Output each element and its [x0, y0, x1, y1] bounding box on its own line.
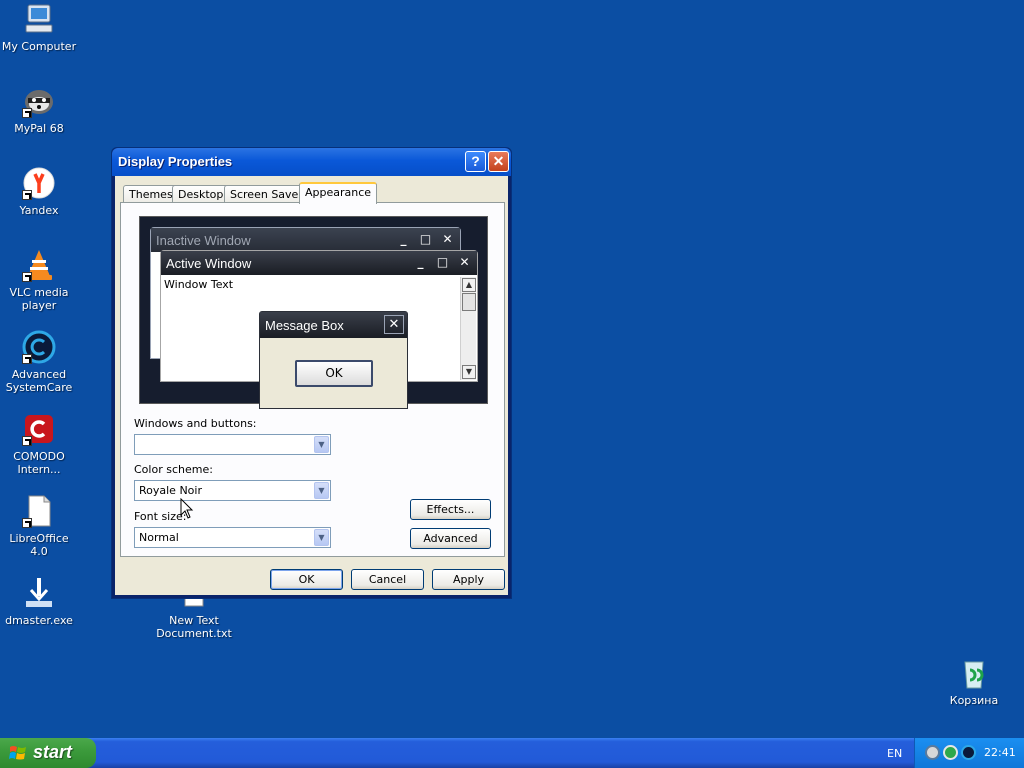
tab-desktop[interactable]: Desktop	[172, 185, 230, 203]
desktop-icon-label: dmaster.exe	[5, 614, 73, 627]
effects-button[interactable]: Effects...	[410, 499, 491, 520]
shortcut-arrow-icon	[22, 272, 32, 282]
taskbar: start EN 22:41	[0, 738, 1024, 768]
desktop-icon-yandex[interactable]: Yandex	[0, 166, 78, 217]
desktop-icon-label: Advanced SystemCare	[5, 368, 73, 394]
libreoffice-icon	[22, 494, 56, 528]
close-icon: ✕	[459, 255, 470, 269]
windows-logo-icon	[9, 746, 26, 760]
tab-appearance[interactable]: Appearance	[299, 182, 378, 204]
font-size-value: Normal	[139, 531, 179, 544]
font-size-select[interactable]: Normal ▼	[134, 527, 331, 548]
desktop-icon-label: VLC media player	[9, 286, 69, 312]
shortcut-arrow-icon	[22, 518, 32, 528]
download-icon	[22, 576, 56, 610]
desktop-icon-comodo[interactable]: COMODO Intern...	[0, 412, 78, 476]
start-label: start	[33, 742, 73, 762]
maximize-icon: □	[419, 232, 432, 246]
system-tray: 22:41	[914, 738, 1024, 768]
appearance-tab-panel: Inactive Window _ □ ✕ Active Window _ □ …	[120, 202, 505, 557]
start-button[interactable]: start	[0, 738, 96, 768]
desktop-icon-label: MyPal 68	[14, 122, 64, 135]
shortcut-arrow-icon	[22, 190, 32, 200]
preview-active-window: Active Window _ □ ✕ Window Text ▲ ▼ Mess…	[160, 250, 478, 409]
comodo-icon	[22, 412, 56, 446]
desktop-icon-label: LibreOffice 4.0	[9, 532, 69, 558]
advanced-button[interactable]: Advanced	[410, 528, 491, 549]
font-size-label: Font size:	[134, 510, 187, 523]
preview-scrollbar: ▲ ▼	[460, 277, 476, 380]
close-icon: ✕	[384, 315, 404, 334]
desktop-icon-recycle-bin[interactable]: Корзина	[935, 656, 1013, 707]
appearance-preview: Inactive Window _ □ ✕ Active Window _ □ …	[139, 216, 488, 409]
help-button[interactable]: ?	[465, 151, 486, 172]
chevron-down-icon[interactable]: ▼	[314, 529, 329, 546]
ok-button[interactable]: OK	[270, 569, 343, 590]
color-scheme-select[interactable]: Royale Noir ▼	[134, 480, 331, 501]
mouse-cursor-icon	[180, 498, 194, 519]
minimize-icon: _	[417, 255, 424, 269]
tab-themes[interactable]: Themes	[123, 185, 179, 203]
apply-button[interactable]: Apply	[432, 569, 505, 590]
recycle-bin-icon	[957, 656, 991, 690]
scroll-thumb	[462, 293, 476, 311]
vlc-icon	[22, 248, 56, 282]
chevron-down-icon[interactable]: ▼	[314, 482, 329, 499]
shortcut-arrow-icon	[22, 108, 32, 118]
desktop-icon-dmaster[interactable]: dmaster.exe	[0, 576, 78, 627]
chevron-down-icon[interactable]: ▼	[314, 436, 329, 453]
windows-and-buttons-select[interactable]: ▼	[134, 434, 331, 455]
language-indicator[interactable]: EN	[887, 747, 902, 760]
maximize-icon: □	[436, 255, 449, 269]
desktop-icon-my-computer[interactable]: My Computer	[0, 2, 78, 53]
preview-ok-button: OK	[295, 360, 373, 387]
close-button[interactable]: ✕	[488, 151, 509, 172]
display-properties-window[interactable]: Display Properties ? ✕ Themes Desktop Sc…	[111, 147, 512, 599]
desktop-icon-vlc[interactable]: VLC media player	[0, 248, 78, 312]
shortcut-arrow-icon	[22, 436, 32, 446]
window-title: Display Properties	[118, 154, 233, 169]
clock[interactable]: 22:41	[984, 746, 1016, 759]
yandex-icon	[22, 166, 56, 200]
desktop-icon-label: New Text Document.txt	[156, 614, 232, 640]
minimize-icon: _	[400, 232, 407, 246]
scroll-down-icon: ▼	[462, 365, 476, 379]
systemcare-tray-icon[interactable]	[961, 745, 976, 760]
desktop-icon-label: My Computer	[1, 40, 77, 53]
preview-message-box: Message Box ✕ OK	[259, 311, 408, 409]
desktop-icon-libreoffice[interactable]: LibreOffice 4.0	[0, 494, 78, 558]
desktop-icon-mypal[interactable]: MyPal 68	[0, 84, 78, 135]
scroll-up-icon: ▲	[462, 278, 476, 292]
desktop-icon-advanced-systemcare[interactable]: Advanced SystemCare	[0, 330, 78, 394]
dialog-client-area: Themes Desktop Screen Saver Appearance I…	[115, 176, 508, 595]
tab-screen-saver[interactable]: Screen Saver	[224, 185, 309, 203]
network-icon[interactable]	[925, 745, 940, 760]
desktop-icon-label: Yandex	[19, 204, 59, 217]
color-scheme-value: Royale Noir	[139, 484, 202, 497]
shortcut-arrow-icon	[22, 354, 32, 364]
window-titlebar[interactable]: Display Properties ? ✕	[112, 148, 511, 176]
preview-inactive-buttons: _ □ ✕	[394, 231, 457, 249]
desktop-icon-label: COMODO Intern...	[13, 450, 65, 476]
mypal-icon	[22, 84, 56, 118]
preview-active-buttons: _ □ ✕	[411, 254, 474, 272]
windows-and-buttons-label: Windows and buttons:	[134, 417, 257, 430]
computer-icon	[22, 2, 56, 36]
color-scheme-label: Color scheme:	[134, 463, 213, 476]
close-icon: ✕	[442, 232, 453, 246]
update-icon[interactable]	[943, 745, 958, 760]
desktop-icon-label: Корзина	[949, 694, 999, 707]
cancel-button[interactable]: Cancel	[351, 569, 424, 590]
systemcare-icon	[22, 330, 56, 364]
